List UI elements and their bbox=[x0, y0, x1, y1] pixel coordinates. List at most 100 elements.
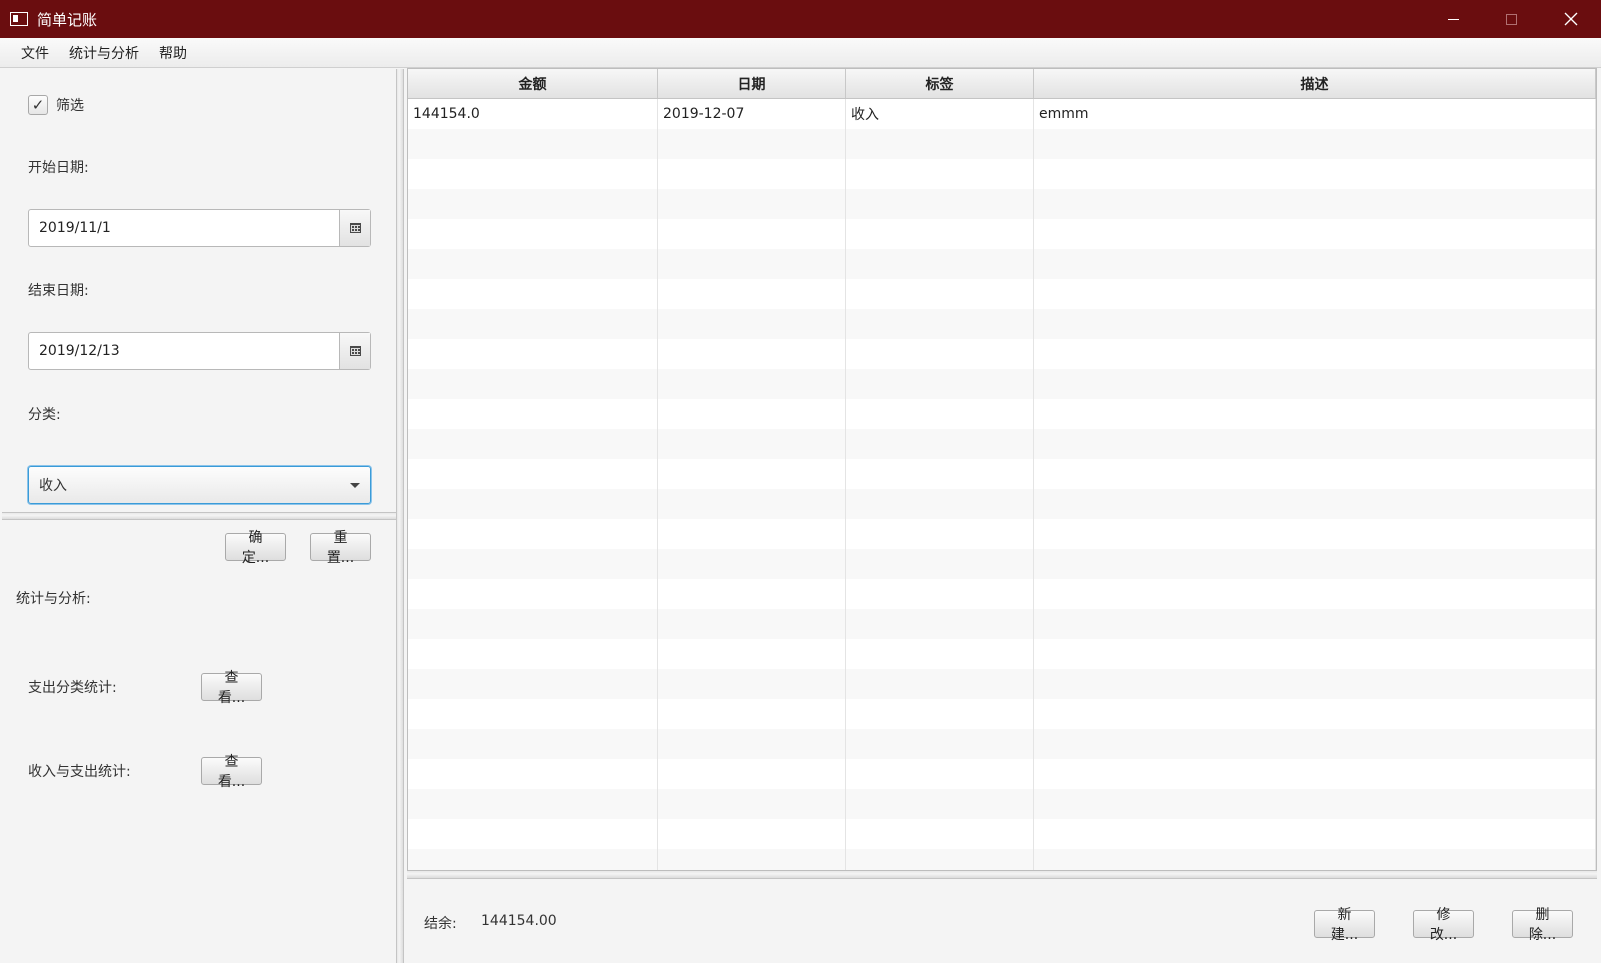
maximize-button[interactable] bbox=[1482, 0, 1540, 38]
menu-statistics[interactable]: 统计与分析 bbox=[59, 43, 149, 63]
table-cell bbox=[846, 609, 1034, 639]
table-cell: 收入 bbox=[846, 99, 1034, 129]
table-cell bbox=[846, 189, 1034, 219]
table-cell bbox=[1034, 549, 1596, 579]
table-row[interactable] bbox=[408, 429, 1596, 459]
table-row[interactable] bbox=[408, 369, 1596, 399]
table-cell bbox=[1034, 759, 1596, 789]
table-cell bbox=[658, 339, 846, 369]
split-pane-divider[interactable] bbox=[396, 69, 404, 963]
close-button[interactable] bbox=[1542, 0, 1600, 38]
minimize-button[interactable] bbox=[1424, 0, 1482, 38]
table-cell bbox=[658, 129, 846, 159]
start-date-input[interactable] bbox=[29, 210, 339, 246]
column-header-amount[interactable]: 金额 bbox=[408, 69, 658, 98]
table-row[interactable] bbox=[408, 669, 1596, 699]
table-cell bbox=[408, 129, 658, 159]
records-table[interactable]: 金额 日期 标签 描述 144154.0 2019-12-07 收入 emmm bbox=[407, 68, 1597, 871]
table-cell bbox=[408, 489, 658, 519]
category-select[interactable]: 收入 bbox=[28, 466, 371, 504]
table-row[interactable] bbox=[408, 399, 1596, 429]
table-cell bbox=[1034, 669, 1596, 699]
column-header-date[interactable]: 日期 bbox=[658, 69, 846, 98]
edit-record-button[interactable]: 修改... bbox=[1413, 907, 1474, 943]
table-cell bbox=[408, 219, 658, 249]
table-row[interactable] bbox=[408, 729, 1596, 759]
table-cell: 2019-12-07 bbox=[658, 99, 846, 129]
title-bar: 简单记账 bbox=[0, 0, 1601, 38]
table-cell bbox=[846, 639, 1034, 669]
checkbox-check-icon[interactable]: ✓ bbox=[28, 95, 48, 115]
table-row[interactable] bbox=[408, 549, 1596, 579]
table-cell bbox=[658, 459, 846, 489]
table-row[interactable] bbox=[408, 759, 1596, 789]
table-cell bbox=[408, 519, 658, 549]
end-date-input[interactable] bbox=[29, 333, 339, 369]
table-row[interactable] bbox=[408, 489, 1596, 519]
menu-file[interactable]: 文件 bbox=[11, 43, 59, 63]
table-cell bbox=[846, 369, 1034, 399]
table-cell bbox=[846, 579, 1034, 609]
table-cell bbox=[1034, 249, 1596, 279]
close-icon bbox=[1564, 12, 1578, 26]
table-cell bbox=[846, 729, 1034, 759]
table-cell bbox=[1034, 159, 1596, 189]
table-row[interactable] bbox=[408, 339, 1596, 369]
table-row[interactable] bbox=[408, 639, 1596, 669]
table-cell bbox=[408, 549, 658, 579]
calendar-icon bbox=[349, 346, 361, 356]
menu-bar: 文件 统计与分析 帮助 bbox=[0, 38, 1601, 68]
confirm-button[interactable]: 确定... bbox=[225, 530, 286, 566]
table-cell bbox=[1034, 399, 1596, 429]
table-cell bbox=[658, 849, 846, 870]
end-date-picker[interactable] bbox=[28, 332, 371, 370]
table-row[interactable] bbox=[408, 789, 1596, 819]
reset-button[interactable]: 重置... bbox=[310, 530, 371, 566]
start-date-label: 开始日期: bbox=[28, 160, 89, 176]
column-header-description[interactable]: 描述 bbox=[1034, 69, 1596, 98]
table-cell bbox=[1034, 279, 1596, 309]
table-row[interactable] bbox=[408, 129, 1596, 159]
table-cell bbox=[658, 489, 846, 519]
filter-checkbox[interactable]: ✓ 筛选 bbox=[28, 95, 84, 115]
table-row[interactable]: 144154.0 2019-12-07 收入 emmm bbox=[408, 99, 1596, 129]
table-cell bbox=[1034, 459, 1596, 489]
table-cell bbox=[658, 159, 846, 189]
column-header-tag[interactable]: 标签 bbox=[846, 69, 1034, 98]
table-cell bbox=[408, 819, 658, 849]
table-row[interactable] bbox=[408, 249, 1596, 279]
table-row[interactable] bbox=[408, 579, 1596, 609]
table-cell bbox=[1034, 189, 1596, 219]
left-split-divider[interactable] bbox=[2, 512, 396, 520]
table-row[interactable] bbox=[408, 819, 1596, 849]
table-row[interactable] bbox=[408, 159, 1596, 189]
expense-stats-label: 支出分类统计: bbox=[28, 680, 117, 696]
table-row[interactable] bbox=[408, 219, 1596, 249]
table-row[interactable] bbox=[408, 189, 1596, 219]
table-cell bbox=[408, 279, 658, 309]
start-date-calendar-button[interactable] bbox=[339, 210, 370, 246]
bottom-split-divider[interactable] bbox=[407, 871, 1597, 879]
table-cell bbox=[658, 369, 846, 399]
table-row[interactable] bbox=[408, 309, 1596, 339]
table-cell bbox=[1034, 579, 1596, 609]
table-row[interactable] bbox=[408, 609, 1596, 639]
calendar-icon bbox=[349, 223, 361, 233]
table-cell bbox=[1034, 519, 1596, 549]
table-row[interactable] bbox=[408, 279, 1596, 309]
expense-stats-view-button[interactable]: 查看... bbox=[201, 670, 262, 706]
table-row[interactable] bbox=[408, 519, 1596, 549]
table-row[interactable] bbox=[408, 459, 1596, 489]
table-row[interactable] bbox=[408, 849, 1596, 870]
menu-help[interactable]: 帮助 bbox=[149, 43, 197, 63]
table-row[interactable] bbox=[408, 699, 1596, 729]
income-expense-stats-view-button[interactable]: 查看... bbox=[201, 754, 262, 790]
table-cell bbox=[658, 819, 846, 849]
table-cell bbox=[1034, 699, 1596, 729]
delete-record-button[interactable]: 删除... bbox=[1512, 907, 1573, 943]
start-date-picker[interactable] bbox=[28, 209, 371, 247]
end-date-calendar-button[interactable] bbox=[339, 333, 370, 369]
new-record-button[interactable]: 新建... bbox=[1314, 907, 1375, 943]
table-cell bbox=[408, 399, 658, 429]
table-cell bbox=[1034, 219, 1596, 249]
